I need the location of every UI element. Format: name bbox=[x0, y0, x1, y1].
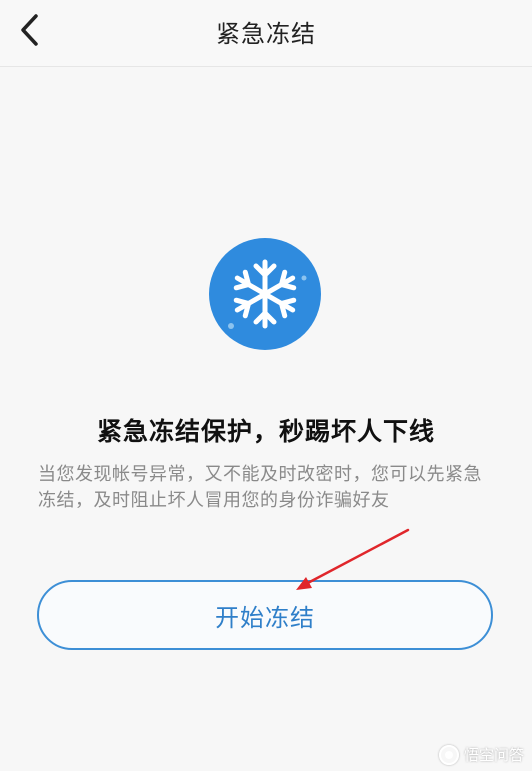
page-title: 紧急冻结 bbox=[216, 20, 316, 48]
start-freeze-button[interactable]: 开始冻结 bbox=[37, 580, 493, 650]
wukong-logo-icon bbox=[438, 744, 459, 765]
start-freeze-button-label: 开始冻结 bbox=[215, 603, 315, 632]
watermark-text: 悟空问答 bbox=[463, 746, 524, 764]
freeze-headline: 紧急冻结保护，秒踢坏人下线 bbox=[96, 417, 435, 446]
snowflake-icon bbox=[209, 238, 321, 350]
watermark: 悟空问答 bbox=[438, 744, 524, 765]
red-annotation-arrow bbox=[296, 528, 410, 590]
freeze-description: 当您发现帐号异常，又不能及时改密时，您可以先紧急冻结，及时阻止坏人冒用您的身份诈… bbox=[38, 464, 482, 511]
top-nav-bar: 紧急冻结 bbox=[0, 0, 532, 67]
freeze-icon-badge bbox=[209, 238, 321, 350]
